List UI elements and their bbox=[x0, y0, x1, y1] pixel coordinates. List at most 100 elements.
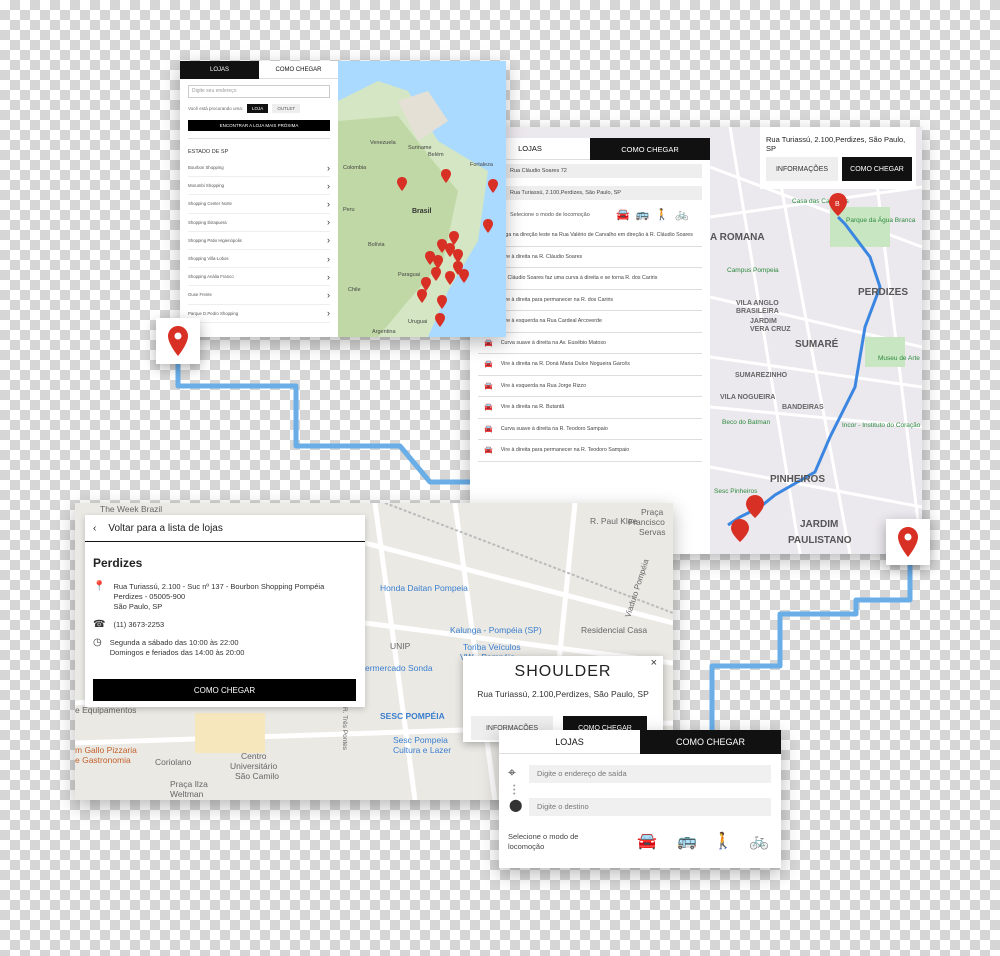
directions-sidebar: LOJAS COMO CHEGAR Rua Cláudio Soares 72 … bbox=[470, 138, 710, 554]
map-label-sumare: SUMARÉ bbox=[795, 337, 839, 350]
map-label-gallo: m Gallo Pizzaria bbox=[75, 745, 137, 755]
tab-como-chegar[interactable]: COMO CHEGAR bbox=[259, 61, 338, 79]
mall-label: Morumbi Shopping bbox=[188, 183, 225, 189]
svg-text:B: B bbox=[835, 201, 840, 208]
bus-icon[interactable]: 🚌 bbox=[677, 831, 697, 851]
mall-item[interactable]: Shopping Anália Franco › bbox=[188, 268, 330, 287]
mall-item[interactable]: Shopping Villa-Lobos › bbox=[188, 250, 330, 269]
car-icon: 🚘 bbox=[484, 425, 493, 433]
location-pin-icon: ⬤ bbox=[509, 798, 523, 812]
hours-line-1: Segunda a sábado das 10:00 às 22:00 bbox=[109, 638, 239, 647]
tab-lojas[interactable]: LOJAS bbox=[180, 61, 259, 79]
map-label-sonda: ermercado Sonda bbox=[365, 663, 433, 673]
info-button[interactable]: INFORMAÇÕES bbox=[766, 157, 838, 181]
mall-list: Bourbon Shopping › Morumbi Shopping › Shoppi… bbox=[180, 159, 338, 323]
destination-input[interactable]: Digite o destino bbox=[529, 798, 771, 816]
crosshair-icon: ⌖ bbox=[508, 764, 516, 780]
phone-number[interactable]: (11) 3673-2253 bbox=[113, 620, 164, 630]
bike-icon[interactable]: 🚲 bbox=[749, 831, 769, 851]
map-label-sesc2: Sesc Pompeia bbox=[393, 735, 448, 745]
map-label-campus: Campus Pompeia bbox=[727, 267, 779, 274]
mall-item[interactable]: Shopping Ibirapuera › bbox=[188, 214, 330, 232]
map-label-brasileira: BRASILEIRA bbox=[736, 308, 779, 315]
map-label-jardim-vera: JARDIM bbox=[750, 318, 777, 325]
bus-icon[interactable]: 🚌 bbox=[636, 208, 650, 221]
map-label-honda: Honda Daitan Pompeia bbox=[380, 583, 468, 593]
tab-como-chegar[interactable]: COMO CHEGAR bbox=[640, 730, 781, 754]
map-label-paulistano: PAULISTANO bbox=[788, 535, 852, 546]
map-label-centro: Centro bbox=[241, 751, 267, 761]
como-chegar-button[interactable]: COMO CHEGAR bbox=[93, 679, 356, 701]
start-pin-badge bbox=[156, 318, 200, 364]
address-line-1: Rua Turiassú, 2.100 - Suc nº 137 - Bourb… bbox=[113, 582, 325, 591]
mall-label: Shopping Anália Franco bbox=[188, 274, 234, 280]
car-icon[interactable]: 🚘 bbox=[616, 208, 630, 221]
car-icon: 🚘 bbox=[484, 447, 493, 455]
phone-icon: ☎ bbox=[93, 619, 106, 630]
back-link[interactable]: ‹ Voltar para a lista de lojas bbox=[85, 515, 365, 542]
map-label-universitario: Universitário bbox=[230, 761, 278, 771]
map-label-cultura: Cultura e Lazer bbox=[393, 745, 451, 755]
chip-loja[interactable]: LOJA bbox=[247, 104, 269, 113]
mall-item[interactable]: Bourbon Shopping › bbox=[188, 159, 330, 178]
map-label-parque: Parque da Água Branca bbox=[846, 215, 916, 224]
mall-item[interactable]: Shopping Patio Higienópolis › bbox=[188, 232, 330, 250]
map-label-belem: Belém bbox=[428, 152, 444, 158]
destination-field[interactable]: Rua Turiassú, 2.100,Perdizes, São Paulo,… bbox=[478, 186, 702, 200]
mall-label: Bourbon Shopping bbox=[188, 165, 224, 171]
map-label-tres-pontes: R. Três Pontes bbox=[341, 707, 348, 751]
walk-icon[interactable]: 🚶 bbox=[655, 208, 669, 221]
mall-item[interactable]: Morumbi Shopping › bbox=[188, 177, 330, 196]
dots-icon: • • • bbox=[513, 783, 516, 798]
step-text: Vire à direita na R. Butantã bbox=[500, 404, 565, 411]
mall-label: Shopping Villa-Lobos bbox=[188, 256, 229, 262]
origin-input[interactable]: Digite o endereço de saída bbox=[529, 765, 771, 783]
map-label-romana: A ROMANA bbox=[710, 232, 765, 243]
mode-row: Selecione o modo de locomoção 🚘 🚌 🚶 🚲 bbox=[478, 208, 702, 221]
direction-step: 🚘 Curva suave à direita na Av. Eusébio Ma… bbox=[478, 333, 702, 354]
address-input[interactable]: Digite seu endereço bbox=[188, 85, 330, 98]
address-card-text: Rua Turiassú, 2.100,Perdizes, São Paulo,… bbox=[766, 135, 906, 153]
store-search-panel: Venezuela Colombia Bolívia Paraguai Chil… bbox=[180, 61, 506, 337]
map-label-bandeiras: BANDEIRAS bbox=[782, 404, 824, 411]
mall-item[interactable]: Shopping Center Norte › bbox=[188, 195, 330, 214]
map-label-vera-cruz: VERA CRUZ bbox=[750, 326, 791, 333]
brand-name: SHOULDER bbox=[514, 663, 612, 680]
find-store-button[interactable]: ENCONTRAR A LOJA MAIS PRÓXIMA bbox=[188, 120, 330, 131]
tab-lojas[interactable]: LOJAS bbox=[499, 730, 640, 754]
back-label: Voltar para a lista de lojas bbox=[108, 522, 223, 534]
mall-item[interactable]: Ouse Frente › bbox=[188, 286, 330, 305]
chip-outlet[interactable]: OUTLET bbox=[272, 104, 301, 113]
chevron-right-icon: › bbox=[327, 308, 330, 319]
step-text: Siga na direção leste na Rua Valério de … bbox=[500, 232, 693, 239]
map-label-gastronomia: e Gastronomia bbox=[75, 755, 131, 765]
map-label-francisco: Francisco bbox=[628, 517, 665, 527]
map-label-paraguai: Paraguai bbox=[398, 272, 420, 278]
map-label-ilza: Praça Ilza bbox=[170, 779, 208, 789]
hours-line-2: Domingos e feriados das 14:00 às 20:00 bbox=[109, 648, 245, 657]
bike-icon[interactable]: 🚲 bbox=[675, 208, 689, 221]
tab-como-chegar[interactable]: COMO CHEGAR bbox=[590, 138, 710, 160]
car-icon[interactable]: 🚘 bbox=[637, 831, 657, 851]
map-label-servas: Servas bbox=[639, 527, 665, 537]
map-label-vila-anglo: VILA ANGLO bbox=[736, 300, 779, 307]
map-label-week: The Week Brazil bbox=[100, 504, 162, 514]
chevron-right-icon: › bbox=[327, 271, 330, 282]
chevron-right-icon: › bbox=[327, 180, 330, 191]
map-label-vila-nogueira: VILA NOGUEIRA bbox=[720, 394, 775, 401]
close-icon[interactable]: × bbox=[651, 657, 657, 669]
origin-field[interactable]: Rua Cláudio Soares 72 bbox=[478, 164, 702, 178]
brazil-map[interactable]: Venezuela Colombia Bolívia Paraguai Chil… bbox=[338, 61, 506, 337]
directions-button[interactable]: COMO CHEGAR bbox=[842, 157, 912, 181]
type-label: Você está procurando uma: bbox=[188, 106, 244, 111]
map-label-unip: UNIP bbox=[390, 641, 411, 651]
walk-icon[interactable]: 🚶 bbox=[713, 831, 733, 851]
map-label-uruguai: Uruguai bbox=[408, 319, 427, 325]
map-label-kalunga: Kalunga - Pompéia (SP) bbox=[450, 625, 542, 635]
mall-item[interactable]: Parque D.Pedro Shopping › bbox=[188, 305, 330, 323]
chevron-right-icon: › bbox=[327, 198, 330, 209]
map-label-weltman: Weltman bbox=[170, 789, 204, 799]
popup-address: Rua Turiassú, 2.100,Perdizes, São Paulo,… bbox=[477, 689, 649, 699]
map-label-colombia: Colombia bbox=[343, 165, 367, 171]
direction-step: 🚘 Vire à esquerda na Rua Jorge Rizzo bbox=[478, 376, 702, 397]
